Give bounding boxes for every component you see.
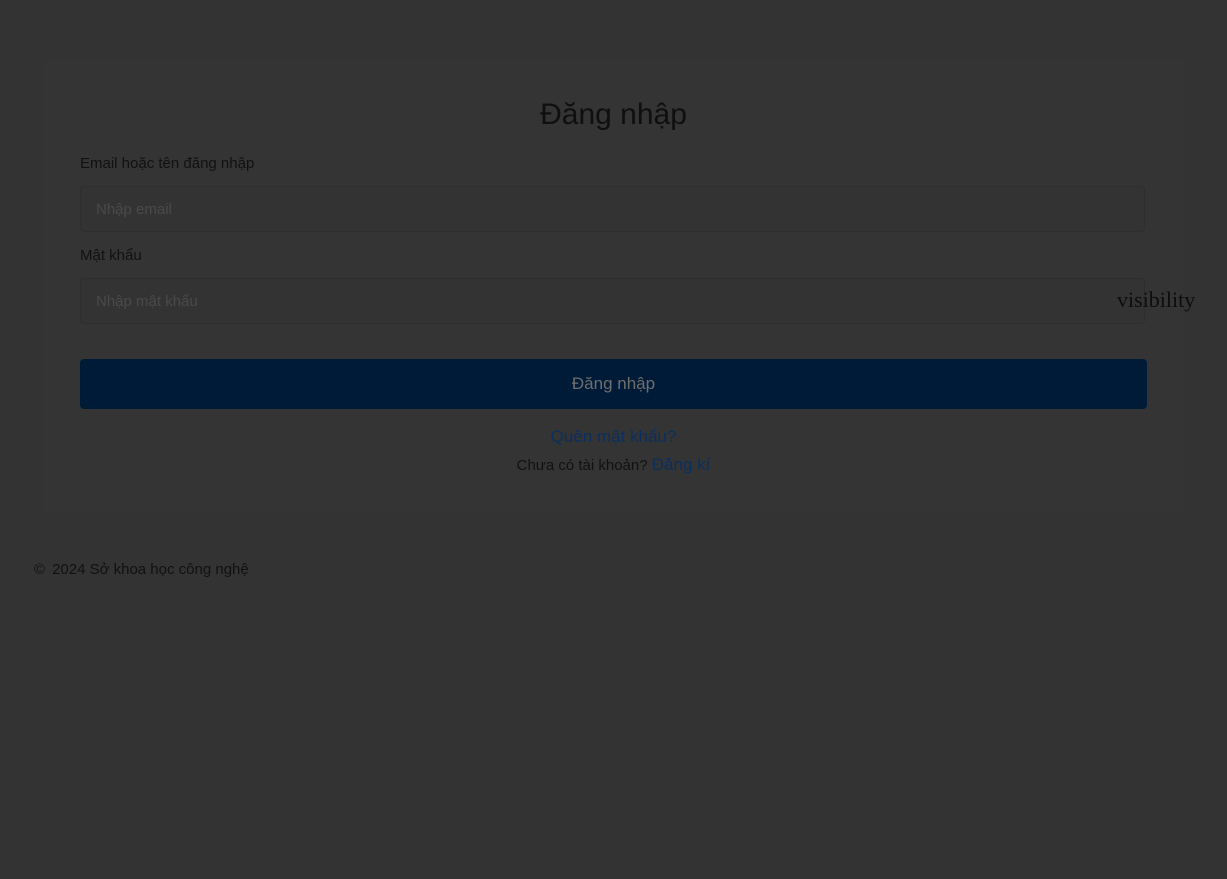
footer: © 2024 Sở khoa học công nghệ (34, 561, 249, 579)
password-input[interactable] (80, 278, 1145, 324)
no-account-text: Chưa có tài khoản? (516, 457, 648, 474)
register-link[interactable]: Đăng kí (652, 455, 711, 474)
register-row: Chưa có tài khoản? Đăng kí (0, 454, 1227, 477)
footer-text: 2024 Sở khoa học công nghệ (52, 561, 249, 578)
email-input[interactable] (80, 186, 1145, 232)
login-button[interactable]: Đăng nhập (80, 359, 1147, 409)
forgot-password-link[interactable]: Quên mật khẩu? (551, 427, 677, 446)
copyright-icon: © (34, 561, 46, 578)
email-label: Email hoặc tên đăng nhập (80, 155, 255, 172)
visibility-icon[interactable]: visibility (1117, 286, 1195, 314)
page-title: Đăng nhập (540, 98, 687, 131)
password-label: Mật khẩu (80, 247, 142, 264)
forgot-password-row: Quên mật khẩu? (0, 426, 1227, 448)
